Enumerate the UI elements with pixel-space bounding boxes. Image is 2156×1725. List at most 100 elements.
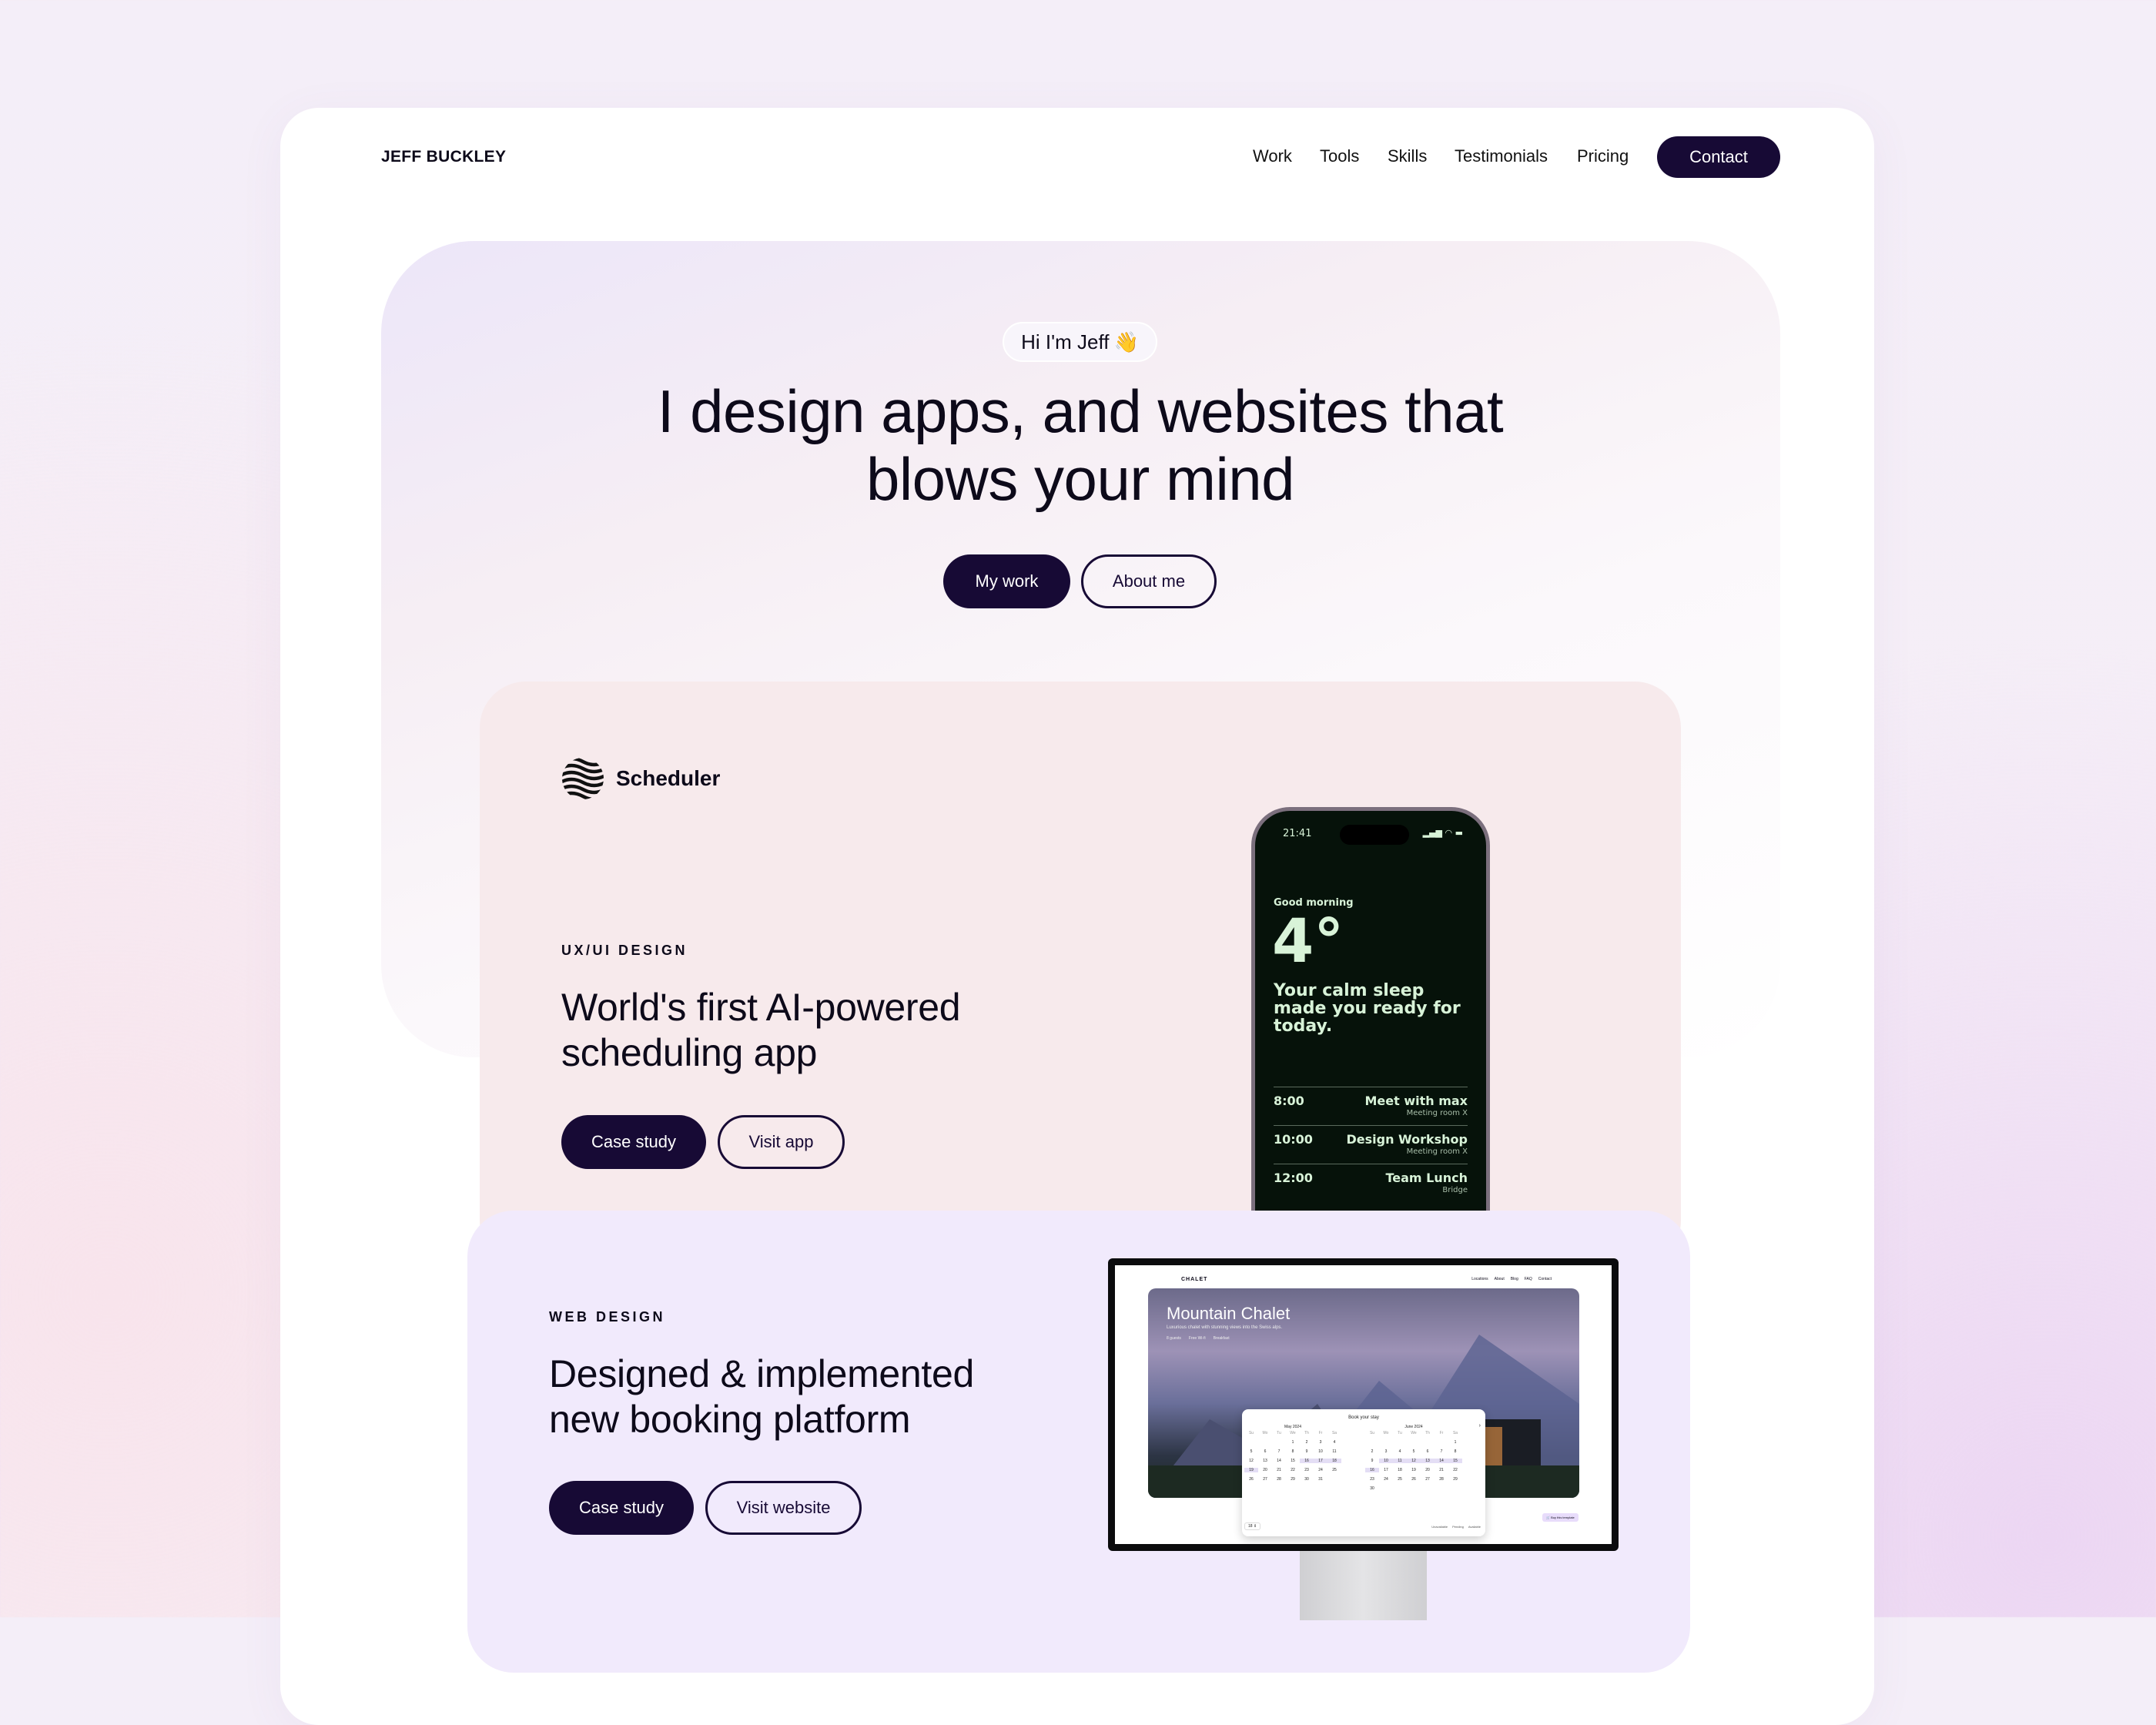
calendar-day[interactable]: 4 (1327, 1440, 1341, 1445)
calendar-day[interactable]: 28 (1435, 1477, 1448, 1482)
visit-app-button[interactable]: Visit app (718, 1115, 845, 1169)
nav-testimonials[interactable]: Testimonials (1455, 146, 1548, 166)
calendar-day[interactable]: 13 (1421, 1459, 1435, 1463)
calendar-day[interactable]: 27 (1258, 1477, 1272, 1482)
calendar-day[interactable]: 18 (1327, 1459, 1341, 1463)
calendar-day[interactable]: 23 (1365, 1477, 1379, 1482)
calendar-day[interactable]: 5 (1244, 1449, 1258, 1454)
amenity: 8 guests (1167, 1336, 1181, 1341)
calendar-day[interactable]: 4 (1393, 1449, 1407, 1454)
nav-tools[interactable]: Tools (1320, 146, 1359, 166)
hero-headline: I design apps, and websites that blows yo… (539, 377, 1622, 513)
calendar-day[interactable]: 12 (1407, 1459, 1421, 1463)
calendar-day[interactable]: 14 (1272, 1459, 1286, 1463)
calendar-day[interactable]: 30 (1365, 1486, 1379, 1491)
calendar-day[interactable]: 18 (1393, 1468, 1407, 1472)
calendar-day[interactable]: 11 (1327, 1449, 1341, 1454)
chalet-nav-item[interactable]: Contact (1538, 1277, 1552, 1281)
contact-button[interactable]: Contact (1657, 136, 1780, 178)
greeting-text: Hi I'm Jeff (1021, 330, 1110, 353)
legend-item: Available (1468, 1525, 1481, 1529)
calendar-day[interactable]: 3 (1314, 1440, 1327, 1445)
weekday-label: Tu (1277, 1431, 1281, 1435)
legend-item: Unavailable (1431, 1525, 1448, 1529)
weekday-label: Fr (1439, 1431, 1444, 1435)
calendar-day[interactable]: 28 (1272, 1477, 1286, 1482)
web-title: Designed & implemented new booking platfo… (549, 1352, 974, 1442)
nav-pricing[interactable]: Pricing (1577, 146, 1629, 166)
calendar-day[interactable]: 2 (1365, 1449, 1379, 1454)
calendar-day[interactable]: 17 (1314, 1459, 1327, 1463)
calendar-day[interactable]: 31 (1314, 1477, 1327, 1482)
scheduler-case-study-button[interactable]: Case study (561, 1115, 706, 1169)
event-row[interactable]: 8:00 Meet with max Meeting room X (1274, 1087, 1468, 1125)
calendar-day[interactable]: 24 (1379, 1477, 1393, 1482)
about-me-button[interactable]: About me (1081, 554, 1217, 608)
calendar-day[interactable]: 12 (1244, 1459, 1258, 1463)
calendar-day[interactable]: 1 (1448, 1440, 1462, 1445)
guests-stepper[interactable]: 18 ⇕ (1244, 1522, 1261, 1530)
calendar-day[interactable]: 1 (1286, 1440, 1300, 1445)
calendar-day[interactable]: 21 (1435, 1468, 1448, 1472)
headline-line-1: I design apps, and websites that (657, 377, 1504, 445)
calendar-day[interactable]: 21 (1272, 1468, 1286, 1472)
calendar-day[interactable]: 16 (1300, 1459, 1314, 1463)
nav-skills[interactable]: Skills (1388, 146, 1427, 166)
calendar-day[interactable]: 25 (1393, 1477, 1407, 1482)
calendar-day[interactable]: 7 (1435, 1449, 1448, 1454)
calendar-day[interactable]: 17 (1379, 1468, 1393, 1472)
calendar-day[interactable]: 15 (1448, 1459, 1462, 1463)
nav-work[interactable]: Work (1253, 146, 1292, 166)
event-row[interactable]: 12:00 Team Lunch Bridge (1274, 1164, 1468, 1202)
calendar-day[interactable]: 3 (1379, 1449, 1393, 1454)
calendar-day[interactable]: 8 (1286, 1449, 1300, 1454)
calendar-day[interactable]: 29 (1286, 1477, 1300, 1482)
calendar-day[interactable]: 16 (1365, 1468, 1379, 1472)
calendar-day[interactable]: 25 (1327, 1468, 1341, 1472)
monitor-mockup: CHALET Locations About Blog FAQ Contact Moun… (1108, 1258, 1619, 1551)
calendar-day[interactable]: 6 (1421, 1449, 1435, 1454)
calendar-day[interactable]: 13 (1258, 1459, 1272, 1463)
calendar-day[interactable]: 19 (1244, 1468, 1258, 1472)
my-work-button[interactable]: My work (943, 554, 1070, 608)
calendar-day[interactable]: 10 (1314, 1449, 1327, 1454)
calendar-day[interactable]: 23 (1300, 1468, 1314, 1472)
calendar-day[interactable]: 22 (1286, 1468, 1300, 1472)
calendar-day[interactable]: 8 (1448, 1449, 1462, 1454)
weekday-label: We (1290, 1431, 1296, 1435)
calendar-day[interactable]: 27 (1421, 1477, 1435, 1482)
calendar-day[interactable]: 19 (1407, 1468, 1421, 1472)
calendar-day[interactable]: 26 (1244, 1477, 1258, 1482)
title-line-1: World's first AI-powered (561, 986, 961, 1029)
calendar-day[interactable]: 10 (1379, 1459, 1393, 1463)
calendar-day[interactable]: 26 (1407, 1477, 1421, 1482)
chalet-nav-item[interactable]: FAQ (1525, 1277, 1532, 1281)
calendar-day[interactable]: 24 (1314, 1468, 1327, 1472)
event-row[interactable]: 10:00 Design Workshop Meeting room X (1274, 1125, 1468, 1164)
calendar-day[interactable]: 29 (1448, 1477, 1462, 1482)
chalet-nav-item[interactable]: Locations (1471, 1277, 1488, 1281)
calendar-day[interactable]: 14 (1435, 1459, 1448, 1463)
calendar-day[interactable]: 11 (1393, 1459, 1407, 1463)
calendar-day[interactable]: 20 (1421, 1468, 1435, 1472)
web-case-study-button[interactable]: Case study (549, 1481, 694, 1535)
brand-logo[interactable]: JEFF BUCKLEY (381, 148, 506, 166)
calendar-day[interactable]: 2 (1300, 1440, 1314, 1445)
calendar-day[interactable]: 7 (1272, 1449, 1286, 1454)
calendar-day[interactable]: 30 (1300, 1477, 1314, 1482)
buy-template-button[interactable]: 🛒 Buy this template (1542, 1513, 1578, 1522)
calendar-day[interactable]: 22 (1448, 1468, 1462, 1472)
chalet-nav-item[interactable]: About (1495, 1277, 1505, 1281)
next-month-chevron-icon[interactable]: › (1479, 1423, 1481, 1429)
calendar-day[interactable]: 15 (1286, 1459, 1300, 1463)
calendar-day[interactable]: 5 (1407, 1449, 1421, 1454)
weekday-label: Mo (1383, 1431, 1389, 1435)
weekday-label: Sa (1331, 1431, 1337, 1435)
chalet-nav-item[interactable]: Blog (1511, 1277, 1518, 1281)
weekday-label: Th (1304, 1431, 1309, 1435)
calendar-day[interactable]: 9 (1365, 1459, 1379, 1463)
visit-website-button[interactable]: Visit website (705, 1481, 862, 1535)
calendar-day[interactable]: 6 (1258, 1449, 1272, 1454)
calendar-day[interactable]: 9 (1300, 1449, 1314, 1454)
calendar-day[interactable]: 20 (1258, 1468, 1272, 1472)
